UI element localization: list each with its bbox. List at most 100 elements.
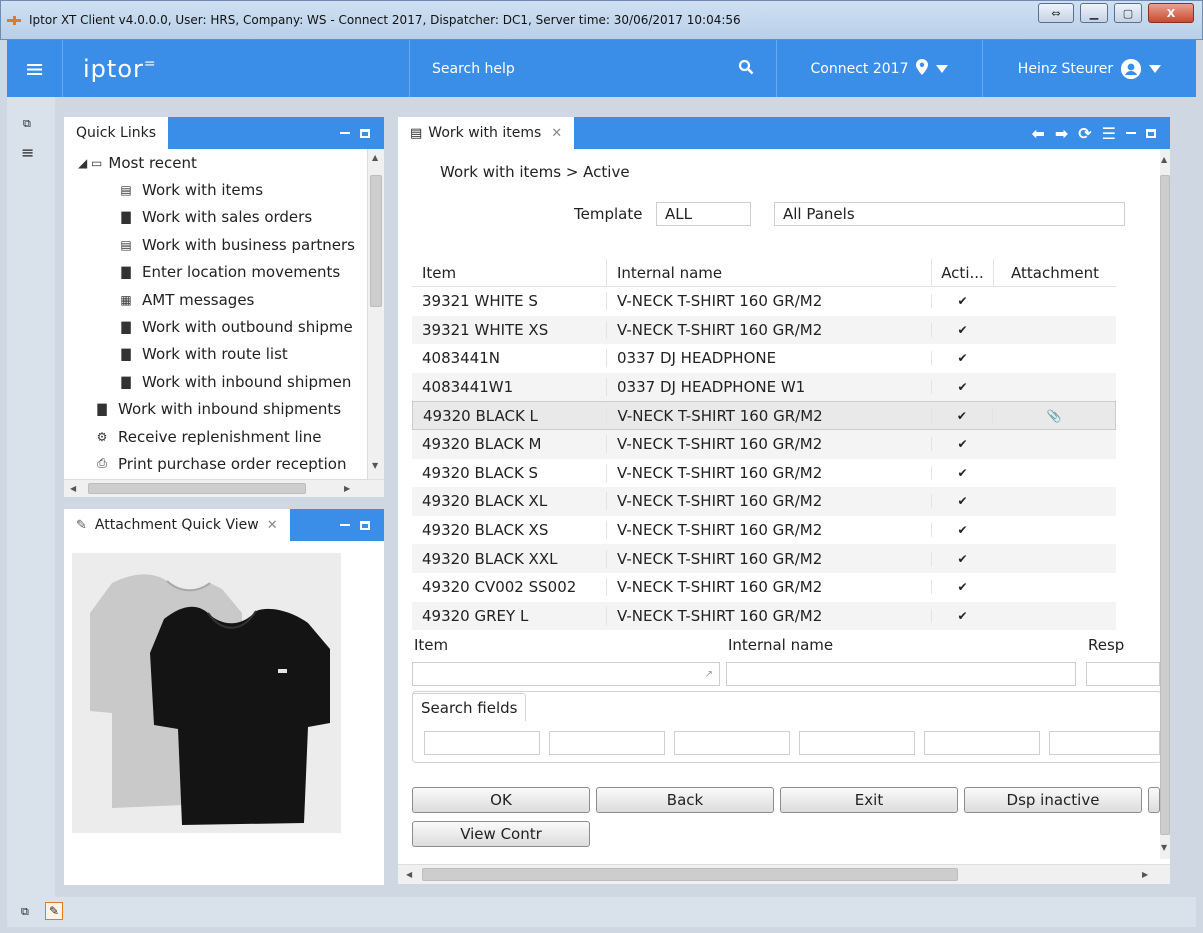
search-field-input[interactable]	[424, 731, 540, 755]
table-row[interactable]: 4083441W1 0337 DJ HEADPHONE W1 ✔	[412, 372, 1116, 402]
scroll-right-icon[interactable]: ▶	[344, 484, 350, 493]
refresh-icon[interactable]: ⟳	[1078, 124, 1091, 143]
quick-link-item[interactable]: ⎙ Print purchase order reception	[64, 450, 368, 477]
table-row[interactable]: 49320 BLACK S V-NECK T-SHIRT 160 GR/M2 ✔	[412, 459, 1116, 488]
table-row[interactable]: 49320 BLACK XXL V-NECK T-SHIRT 160 GR/M2 ✔	[412, 544, 1116, 573]
maximize-button[interactable]: ▢	[1114, 3, 1142, 23]
scroll-thumb[interactable]	[1160, 175, 1170, 835]
paperclip-icon[interactable]: ✎	[45, 902, 63, 920]
panels-field[interactable]: All Panels	[774, 202, 1125, 226]
tree-folder-most-recent[interactable]: ◢ ▭ Most recent	[64, 149, 368, 176]
close-button[interactable]: X	[1148, 3, 1194, 23]
search-icon[interactable]	[738, 59, 754, 79]
column-header-active[interactable]: Acti...	[931, 258, 993, 287]
quick-link-item[interactable]: ▇ Work with outbound shipme	[64, 313, 368, 340]
quick-link-item[interactable]: ▤ Work with items	[64, 176, 368, 203]
cell-item: 39321 WHITE XS	[422, 320, 549, 339]
quick-link-item[interactable]: ▦ AMT messages	[64, 286, 368, 313]
more-button[interactable]	[1148, 787, 1160, 813]
filter-item-input[interactable]: ↗	[412, 662, 720, 686]
quick-links-horizontal-scrollbar[interactable]: ◀ ▶	[64, 479, 384, 497]
quick-link-item[interactable]: ▇ Work with inbound shipments	[64, 396, 368, 423]
exit-button[interactable]: Exit	[780, 787, 958, 813]
restore-layout-icon[interactable]: ⧉	[21, 905, 29, 919]
minimize-panel-icon[interactable]	[1126, 132, 1136, 134]
close-tab-icon[interactable]: ✕	[267, 518, 278, 533]
tab-search-fields[interactable]: Search fields	[412, 693, 527, 721]
quick-link-item[interactable]: ▇ Enter location movements	[64, 259, 368, 286]
scroll-left-icon[interactable]: ◀	[70, 484, 76, 493]
logo-text: iptor	[83, 54, 144, 83]
search-field-input[interactable]	[924, 731, 1040, 755]
table-row[interactable]: 49320 CV002 SS002 V-NECK T-SHIRT 160 GR/M…	[412, 573, 1116, 602]
hamburger-menu-icon[interactable]: ≡	[7, 40, 63, 97]
paperclip-icon[interactable]: 📎	[992, 408, 1115, 423]
connection-selector[interactable]: Connect 2017	[777, 40, 983, 97]
quick-link-item[interactable]: ▇ Work with sales orders	[64, 204, 368, 231]
scroll-up-icon[interactable]: ▲	[372, 153, 378, 162]
view-contr-button[interactable]: View Contr	[412, 821, 590, 847]
tab-attachment-quick-view[interactable]: ✎ Attachment Quick View ✕	[64, 509, 290, 541]
maximize-panel-icon[interactable]	[1146, 128, 1156, 138]
quick-link-item[interactable]: ▇ Work with route list	[64, 341, 368, 368]
arrow-right-icon[interactable]: ➡	[1055, 124, 1068, 143]
menu-list-icon[interactable]: ≡	[21, 143, 34, 162]
ok-button[interactable]: OK	[412, 787, 590, 813]
template-field[interactable]: ALL	[656, 202, 751, 226]
table-row[interactable]: 49320 BLACK XL V-NECK T-SHIRT 160 GR/M2 ✔	[412, 487, 1116, 516]
table-row[interactable]: 49320 BLACK XS V-NECK T-SHIRT 160 GR/M2 ✔	[412, 516, 1116, 545]
quick-links-vertical-scrollbar[interactable]: ▲ ▼	[367, 149, 384, 479]
table-row[interactable]: 39321 WHITE XS V-NECK T-SHIRT 160 GR/M2 ✔	[412, 315, 1116, 345]
table-row[interactable]: 39321 WHITE S V-NECK T-SHIRT 160 GR/M2 ✔	[412, 287, 1116, 316]
scroll-down-icon[interactable]: ▼	[1161, 843, 1167, 852]
restore-icon[interactable]: ⇔	[1038, 3, 1074, 23]
tab-quick-links[interactable]: Quick Links	[64, 117, 169, 149]
search-field-input[interactable]	[674, 731, 790, 755]
quick-link-item[interactable]: ▇ Work with inbound shipmen	[64, 368, 368, 395]
cell-internal-name: V-NECK T-SHIRT 160 GR/M2	[606, 492, 931, 511]
list-menu-icon[interactable]: ☰	[1102, 124, 1116, 143]
filter-internal-name-input[interactable]	[726, 662, 1076, 686]
scroll-right-icon[interactable]: ▶	[1142, 870, 1148, 879]
column-header-item[interactable]: Item	[412, 264, 606, 282]
table-row[interactable]: 49320 GREY L V-NECK T-SHIRT 160 GR/M2 ✔	[412, 601, 1116, 631]
minimize-panel-icon[interactable]	[340, 524, 350, 526]
restore-layout-icon[interactable]: ⧉	[23, 117, 31, 131]
table-row[interactable]: 49320 BLACK M V-NECK T-SHIRT 160 GR/M2 ✔	[412, 429, 1116, 459]
work-items-horizontal-scrollbar[interactable]: ◀ ▶	[398, 864, 1170, 884]
search-field-input[interactable]	[549, 731, 665, 755]
close-tab-icon[interactable]: ✕	[551, 126, 562, 141]
expand-arrow-icon[interactable]: ↗	[705, 669, 713, 680]
search-field-input[interactable]	[799, 731, 915, 755]
filter-resp-input[interactable]	[1086, 662, 1160, 686]
table-row[interactable]: 4083441N 0337 DJ HEADPHONE ✔	[412, 344, 1116, 373]
arrow-left-icon[interactable]: ⬅	[1031, 124, 1044, 143]
user-menu[interactable]: Heinz Steurer	[983, 40, 1196, 97]
scroll-left-icon[interactable]: ◀	[406, 870, 412, 879]
scroll-thumb[interactable]	[88, 483, 306, 494]
maximize-panel-icon[interactable]	[360, 128, 370, 138]
cell-internal-name: V-NECK T-SHIRT 160 GR/M2	[606, 521, 931, 540]
scroll-up-icon[interactable]: ▲	[1161, 155, 1167, 164]
maximize-panel-icon[interactable]	[360, 520, 370, 530]
quick-link-item[interactable]: ⚙ Receive replenishment line	[64, 423, 368, 450]
minimize-panel-icon[interactable]	[340, 132, 350, 134]
back-button[interactable]: Back	[596, 787, 774, 813]
scroll-thumb[interactable]	[422, 868, 958, 881]
scroll-thumb[interactable]	[370, 175, 382, 307]
tab-work-with-items[interactable]: ▤ Work with items ✕	[398, 117, 575, 149]
column-header-attachment[interactable]: Attachment	[993, 258, 1116, 287]
minimize-button[interactable]: ▁	[1080, 3, 1108, 23]
search-help-input[interactable]: Search help	[409, 40, 777, 97]
search-field-input[interactable]	[1049, 731, 1160, 755]
window-title-bar: Iptor XT Client v4.0.0.0, User: HRS, Com…	[0, 0, 1203, 40]
quick-link-item[interactable]: ▤ Work with business partners	[64, 231, 368, 258]
left-toolbar: ⧉ ≡	[7, 97, 55, 907]
dsp-inactive-button[interactable]: Dsp inactive	[964, 787, 1142, 813]
work-items-vertical-scrollbar[interactable]: ▲ ▼	[1160, 149, 1170, 859]
column-header-internal-name[interactable]: Internal name	[606, 258, 931, 287]
scroll-down-icon[interactable]: ▼	[372, 461, 378, 470]
cell-internal-name: V-NECK T-SHIRT 160 GR/M2	[606, 292, 931, 311]
table-row-selected[interactable]: 49320 BLACK L V-NECK T-SHIRT 160 GR/M2 ✔ 📎	[412, 401, 1116, 430]
filter-resp-label: Resp	[1088, 636, 1125, 654]
